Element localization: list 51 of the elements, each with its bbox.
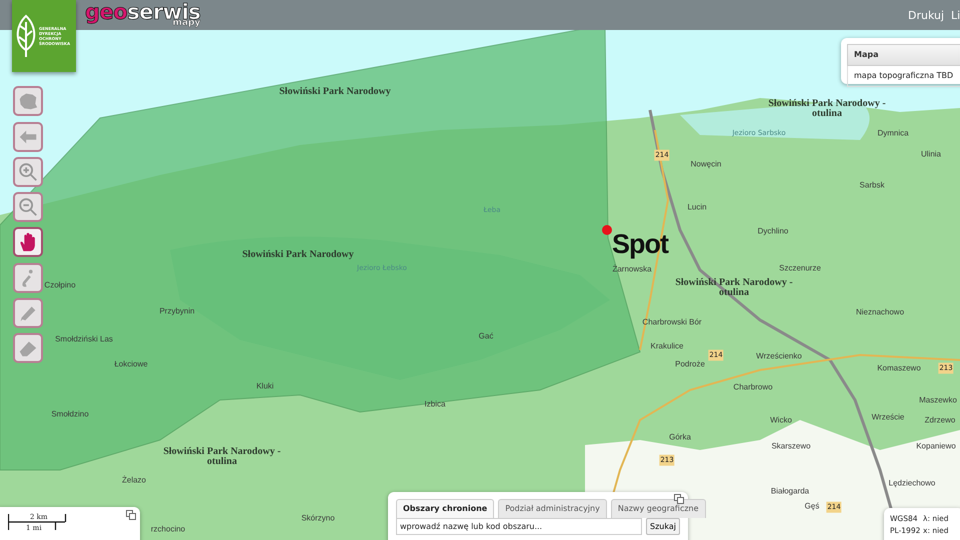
place-label: rzchocino (150, 526, 186, 534)
place-label: Gęś (804, 502, 820, 512)
place-label: Komaszewo (877, 364, 921, 374)
search-tab[interactable]: Nazwy geograficzne (610, 499, 706, 518)
place-label: Przybynin (159, 308, 195, 316)
place-label: Ulinia (921, 150, 941, 160)
place-label: Dychlino (758, 228, 788, 236)
place-label: Podroże (675, 360, 705, 370)
place-label: Czołpino (44, 282, 76, 290)
panel-title: Mapa (847, 44, 960, 66)
place-label: Nieznachowo (856, 308, 904, 318)
place-label: Wrzeście (872, 414, 904, 422)
place-label: Górka (669, 434, 691, 442)
place-label: Skórzyno (301, 514, 335, 524)
place-label: Białogarda (770, 488, 810, 496)
place-label: Żelazo (122, 476, 146, 486)
park-label: Słowiński Park Narodowy (242, 250, 354, 260)
place-label: Lędziechowo (888, 480, 936, 488)
place-label: Łokciowe (114, 360, 148, 370)
place-label: Dymnica (877, 130, 909, 138)
place-label: Smołdziński Las (55, 336, 113, 344)
place-label: Charbrowski Bór (642, 318, 702, 328)
place-label: Lucin (687, 204, 707, 212)
place-label: Skarszewo (771, 442, 811, 452)
search-tab[interactable]: Obszary chronione (396, 499, 494, 518)
search-tab[interactable]: Podział administracyjny (498, 499, 607, 518)
place-label: Izbica (424, 400, 446, 410)
search-field[interactable]: wprowadź nazwę lub kod obszaru... (396, 518, 642, 535)
place-label: Wrześcienko (756, 352, 802, 362)
place-label: Smołdzino (51, 410, 89, 420)
place-label: Charbrowo (733, 384, 773, 392)
park-label: Słowiński Park Narodowy - otulina (675, 278, 793, 298)
layer-item[interactable]: mapa topograficzna TBD (847, 66, 960, 87)
place-label: Maszewko (919, 396, 957, 406)
place-label: Krakulice (650, 342, 684, 352)
place-label: Wicko (770, 416, 792, 426)
place-label: Gać (478, 332, 494, 342)
place-label: Sarbsk (860, 182, 884, 190)
search-button[interactable]: Szukaj (646, 518, 680, 535)
park-label: Słowiński Park Narodowy (279, 87, 391, 97)
park-label: Słowiński Park Narodowy - otulina (163, 447, 281, 467)
marker-label: Spot (612, 228, 668, 261)
park-label: Słowiński Park Narodowy - otulina (768, 99, 886, 119)
place-label: Szczenurze (779, 264, 821, 274)
menu-link[interactable]: Drukuj (908, 8, 944, 24)
menu-link[interactable]: Li (951, 8, 960, 24)
place-label: Kluki (256, 382, 274, 392)
place-label: Zdrzewo (924, 416, 956, 426)
place-label: Nowęcin (690, 160, 722, 170)
place-label: Kopaniewo (916, 442, 956, 452)
place-label: Żarnowska (612, 266, 652, 274)
